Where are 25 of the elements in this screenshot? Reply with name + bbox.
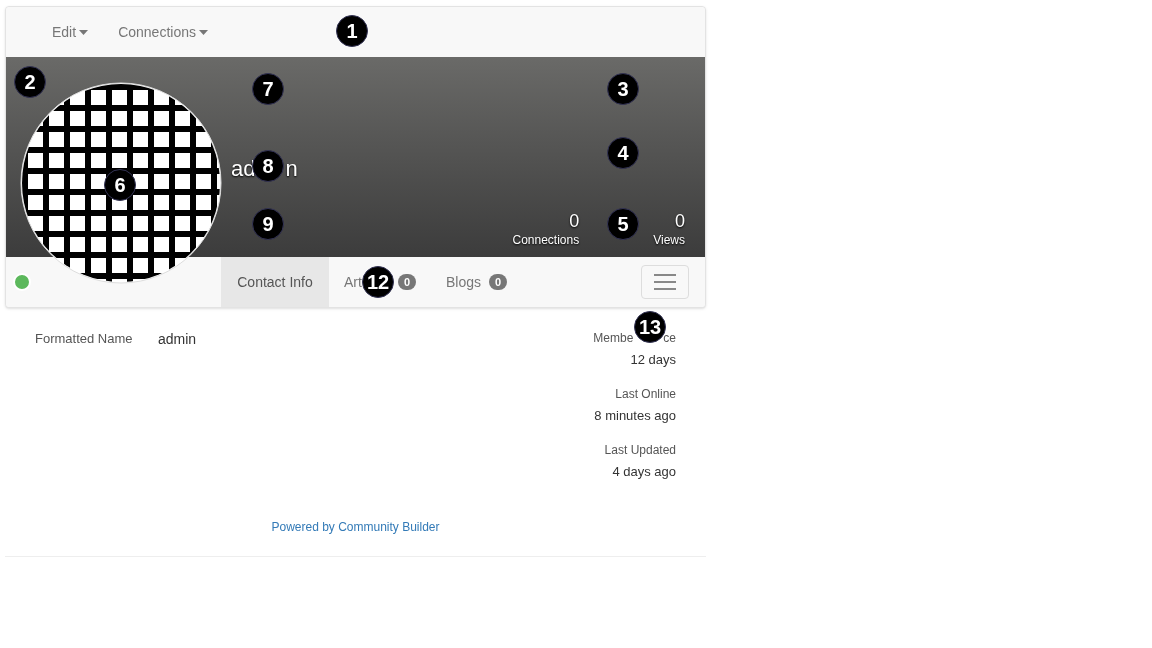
stat-value: 0 bbox=[675, 210, 685, 232]
caret-icon bbox=[198, 29, 208, 35]
footer-link[interactable]: Powered by Community Builder bbox=[271, 518, 440, 536]
stat-label: Views bbox=[653, 232, 685, 248]
count-badge: 0 bbox=[488, 274, 507, 290]
count-badge: 0 bbox=[397, 274, 416, 290]
tab[interactable]: Blogs 0 bbox=[431, 257, 522, 307]
dropdown-menu[interactable]: Edit bbox=[52, 21, 89, 43]
info-value: 12 days bbox=[630, 352, 676, 368]
info-label: ce bbox=[663, 330, 676, 346]
profile-name: n bbox=[285, 155, 298, 183]
info-label: Last Online bbox=[615, 386, 676, 402]
menu-icon bbox=[654, 274, 676, 290]
info-label: Last Updated bbox=[604, 442, 676, 458]
caret-icon bbox=[79, 29, 89, 35]
stat-value: 0 bbox=[569, 210, 580, 232]
dropdown-menu[interactable]: Connections bbox=[118, 21, 208, 43]
stat-label: Connections bbox=[512, 232, 580, 248]
menu-toggle-button[interactable] bbox=[641, 265, 689, 299]
info-label: Membe bbox=[593, 330, 634, 346]
field-value: admin bbox=[158, 330, 197, 348]
tab[interactable]: Contact Info bbox=[221, 257, 329, 307]
info-value: 4 days ago bbox=[612, 464, 676, 480]
info-value: 8 minutes ago bbox=[594, 408, 676, 424]
field-label: Formatted Name bbox=[35, 330, 134, 348]
